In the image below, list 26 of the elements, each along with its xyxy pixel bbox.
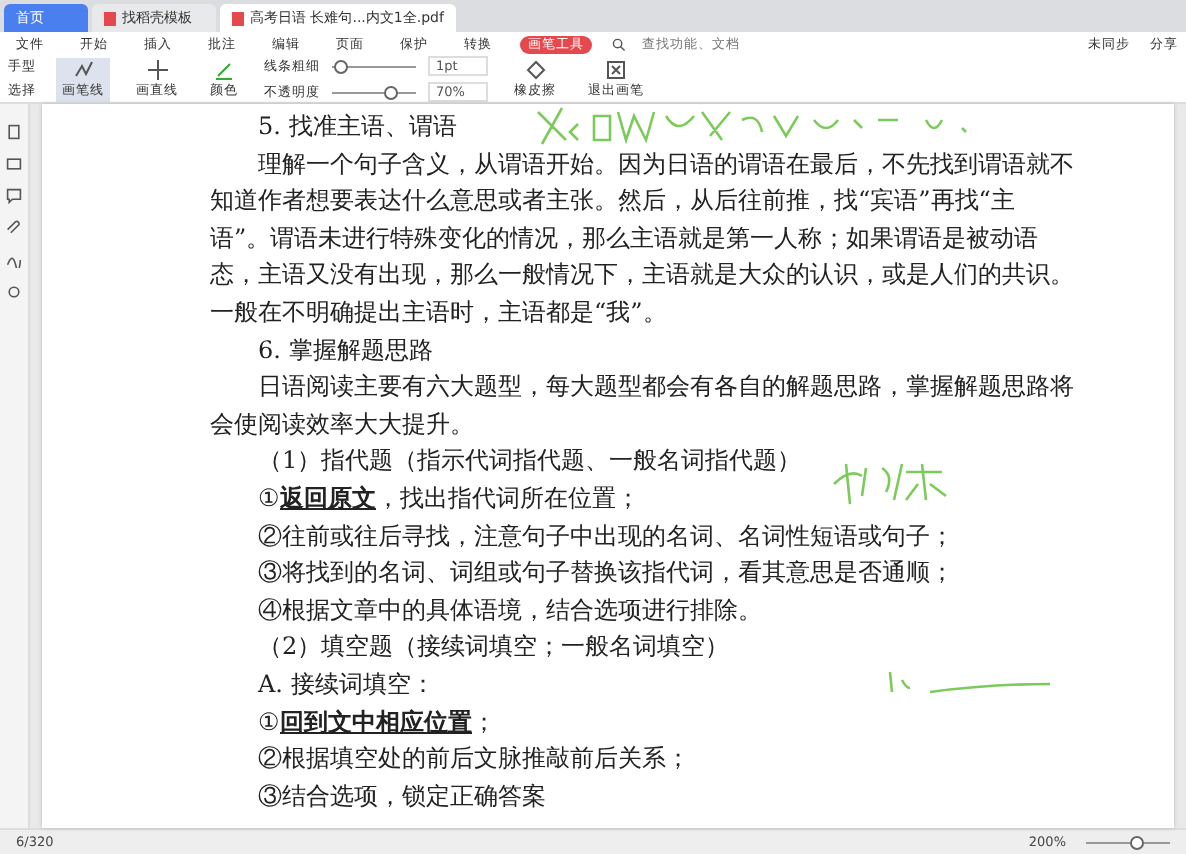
close-icon[interactable]: [606, 59, 626, 79]
pen-icon[interactable]: [214, 59, 234, 79]
document-icon: [104, 11, 116, 25]
section-heading: （1）指代题（指示代词指代题、一般名词指代题）: [256, 444, 802, 479]
paragraph: 日语阅读主要有六大题型，每大题型都会有各自的解题思路，掌握解题思路将会使阅读效率大大提升。: [210, 370, 1074, 442]
attachment-icon[interactable]: [6, 220, 22, 236]
comment-icon[interactable]: [6, 188, 22, 204]
list-item: ①返回原文，找出指代词所在位置；: [256, 481, 640, 516]
search-icon[interactable]: [612, 37, 626, 51]
section-heading: 6. 掌握解题思路: [256, 333, 433, 368]
list-item: ④根据文章中的具体语境，结合选项进行排除。: [256, 593, 762, 628]
list-item: ③结合选项，锁定正确答案: [256, 779, 546, 814]
eraser-icon[interactable]: [525, 59, 545, 79]
list-item: ②往前或往后寻找，注意句子中出现的名词、名词性短语或句子；: [256, 519, 954, 554]
list-item: ②根据填空处的前后文脉推敲前后关系；: [256, 742, 690, 777]
section-heading: 5. 找准主语、谓语: [256, 110, 457, 144]
thumbnail-icon[interactable]: [6, 156, 22, 172]
line-icon[interactable]: [147, 59, 167, 79]
document-icon: [232, 11, 244, 25]
pen-line-icon[interactable]: [73, 59, 93, 79]
list-item: ①回到文中相应位置；: [256, 705, 496, 739]
list-item: ③将找到的名词、词组或句子替换该指代词，看其意思是否通顺；: [256, 556, 954, 591]
list-item: A. 接续词填空：: [256, 667, 435, 702]
bookmark-icon[interactable]: [6, 124, 22, 140]
paragraph: 理解一个句子含义，从谓语开始。因为日语的谓语在最后，不先找到谓语就不知道作者想要表达什么意思或者主张。然后，从后往前推，找“宾语”再找“主语”。谓语未进行特殊变化的情况，那么主语就是第一人称；如果谓语是被动语态，主语又没有出现，那么一般情况下，主语就是大众的认识，或是人们的共识。一般在不明确提出主语时，主语都是“我”。: [210, 147, 1074, 330]
section-heading: （2）填空题（接续词填空；一般名词填空）: [256, 630, 730, 665]
